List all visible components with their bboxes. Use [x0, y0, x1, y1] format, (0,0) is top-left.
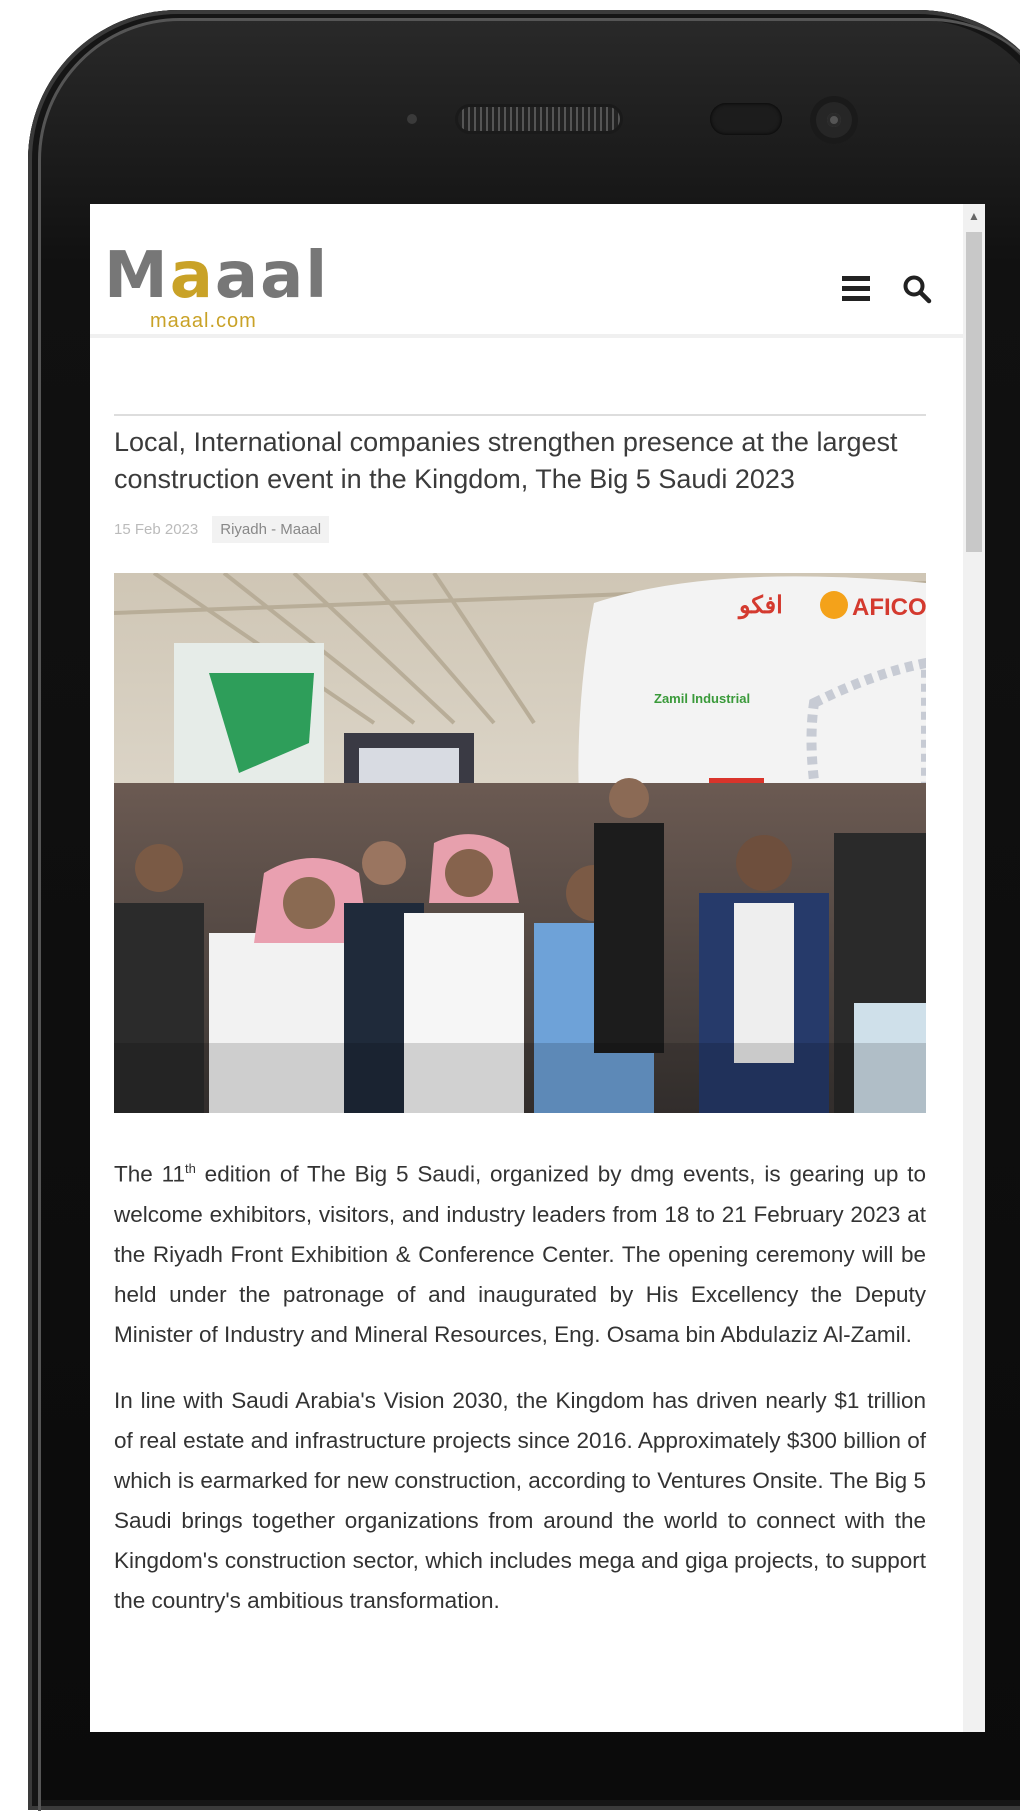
proximity-sensor [710, 103, 782, 135]
title-divider [114, 414, 926, 416]
sign-arabic: افكو [737, 592, 783, 620]
site-header: Maaal maaal.com [90, 204, 963, 338]
article-photo: افكو AFICO Zamil Industrial [114, 573, 926, 1113]
article-paragraph-1: The 11th edition of The Big 5 Saudi, org… [114, 1161, 926, 1347]
article-source-tag[interactable]: Riyadh - Maaal [212, 516, 330, 543]
article: Local, International companies strengthe… [114, 414, 926, 1647]
browser-screen: Maaal maaal.com Local, International com… [90, 204, 985, 1732]
scrollbar[interactable]: ▲ [963, 204, 985, 1732]
scrollbar-thumb[interactable] [966, 232, 982, 552]
article-paragraph-2: In line with Saudi Arabia's Vision 2030,… [114, 1387, 926, 1613]
article-title: Local, International companies strengthe… [114, 427, 898, 494]
search-icon[interactable] [902, 274, 932, 304]
sign-zamil: Zamil Industrial [654, 691, 750, 706]
chevron-up-icon[interactable]: ▲ [963, 204, 985, 228]
hamburger-menu-icon[interactable] [842, 276, 870, 301]
front-camera-icon [810, 96, 858, 144]
sign-afico: AFICO [852, 594, 926, 621]
article-meta: 15 Feb 2023 Riyadh - Maaal [114, 516, 926, 543]
earpiece-speaker [455, 104, 623, 134]
site-logo[interactable]: Maaal maaal.com [104, 244, 344, 334]
front-sensor-dot [407, 114, 417, 124]
logo-wordmark: Maaal [104, 239, 330, 313]
logo-url: maaal.com [150, 310, 257, 332]
article-date: 15 Feb 2023 [114, 521, 199, 538]
